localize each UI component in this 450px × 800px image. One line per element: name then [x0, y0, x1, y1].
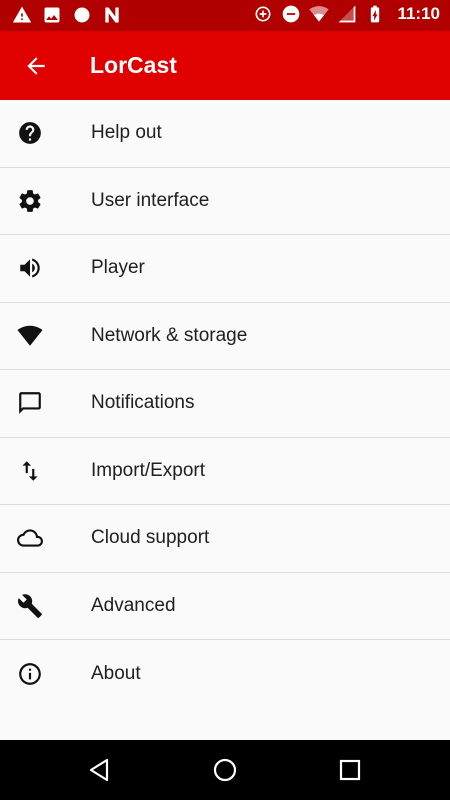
cloud-icon [17, 525, 43, 551]
menu-item-label: Notifications [91, 392, 195, 414]
do-not-disturb-icon [281, 4, 301, 24]
n-icon [102, 5, 122, 25]
wifi-icon [309, 4, 330, 24]
data-saver-icon [253, 4, 273, 24]
wifi-icon [17, 323, 43, 349]
menu-item-player[interactable]: Player [0, 235, 450, 303]
menu-item-label: Help out [91, 122, 162, 144]
back-button[interactable] [16, 46, 56, 86]
home-nav-icon[interactable] [210, 755, 240, 785]
wrench-icon [17, 593, 43, 619]
volume-icon [17, 255, 43, 281]
menu-item-label: Advanced [91, 594, 176, 616]
battery-charging-icon [365, 4, 385, 24]
gear-icon [17, 188, 43, 214]
menu-item-help-out[interactable]: Help out [0, 100, 450, 168]
menu-item-notifications[interactable]: Notifications [0, 370, 450, 438]
recents-nav-icon[interactable] [335, 755, 365, 785]
import-export-icon [17, 458, 43, 484]
warning-icon [12, 5, 32, 25]
menu-item-import-export[interactable]: Import/Export [0, 438, 450, 505]
circle-icon [72, 5, 92, 25]
menu-item-label: Import/Export [91, 459, 206, 481]
menu-item-label: Network & storage [91, 324, 248, 346]
signal-icon [337, 4, 357, 24]
back-nav-icon[interactable] [85, 755, 115, 785]
help-icon [17, 120, 43, 146]
menu-item-label: Player [91, 257, 145, 279]
app-bar: LorCast [0, 31, 450, 100]
settings-list: Help out User interface Player Network &… [0, 100, 450, 708]
app-title: LorCast [90, 52, 177, 78]
info-icon [17, 661, 43, 687]
menu-item-advanced[interactable]: Advanced [0, 573, 450, 640]
chat-bubble-icon [17, 390, 43, 416]
menu-item-label: About [91, 662, 141, 684]
menu-item-network-storage[interactable]: Network & storage [0, 303, 450, 370]
menu-item-label: User interface [91, 189, 210, 211]
menu-item-label: Cloud support [91, 527, 210, 549]
navigation-bar [0, 740, 450, 800]
menu-item-cloud-support[interactable]: Cloud support [0, 505, 450, 573]
status-bar: 11:10 [0, 0, 450, 31]
menu-item-user-interface[interactable]: User interface [0, 168, 450, 235]
clock: 11:10 [397, 4, 440, 23]
arrow-back-icon [23, 53, 49, 79]
image-icon [42, 5, 62, 25]
menu-item-about[interactable]: About [0, 640, 450, 708]
